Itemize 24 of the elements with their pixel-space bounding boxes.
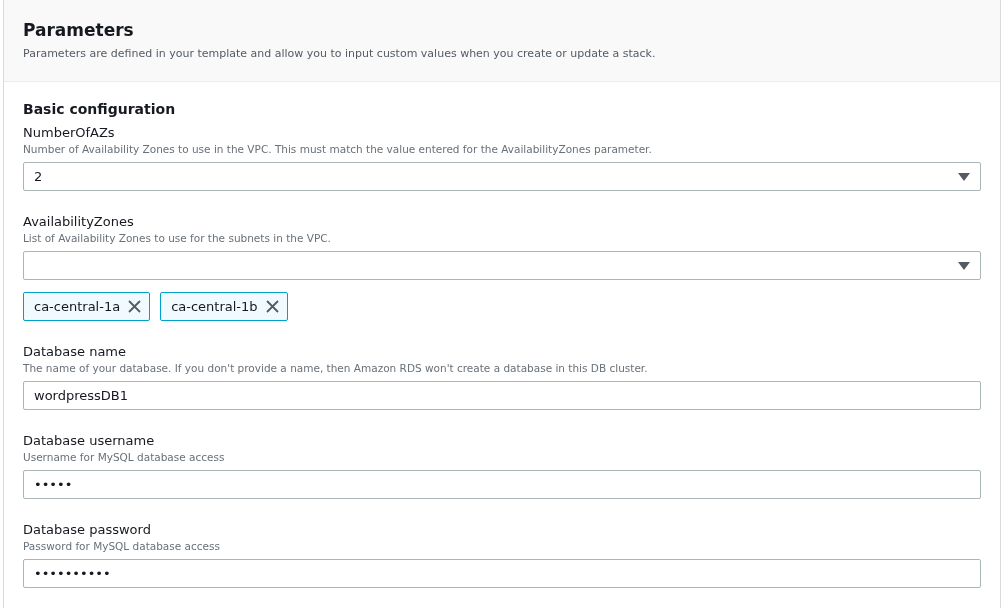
token-tag: ca-central-1a bbox=[23, 292, 151, 321]
field-label: Database username bbox=[23, 432, 156, 450]
field-label: Database password bbox=[23, 521, 152, 539]
caret-icon bbox=[958, 261, 970, 270]
field-label: AvailabilityZones bbox=[23, 213, 135, 231]
field-description: Password for MySQL database access bbox=[23, 539, 221, 554]
close-icon[interactable] bbox=[265, 300, 279, 313]
field-description: List of Availability Zones to use for the subnets in the VPC. bbox=[23, 231, 332, 246]
field-description: Number of Availability Zones to use in the VPC. This must match the value entered for the AvailabilityZones parameter. bbox=[23, 142, 653, 157]
caret-icon bbox=[958, 172, 970, 181]
input-field[interactable]: wordpressDB1 bbox=[23, 381, 981, 410]
input-field[interactable]: ••••• bbox=[23, 470, 981, 499]
close-icon[interactable] bbox=[128, 300, 142, 313]
field-description: Username for MySQL database access bbox=[23, 450, 226, 465]
select-field[interactable]: 2 bbox=[23, 162, 981, 191]
panel-title: Parameters bbox=[23, 19, 135, 42]
field-label: NumberOfAZs bbox=[23, 124, 116, 142]
select-field[interactable] bbox=[23, 251, 981, 280]
section-title: Basic configuration bbox=[23, 100, 177, 118]
field-label: Database name bbox=[23, 343, 128, 361]
token-tag: ca-central-1b bbox=[160, 292, 288, 321]
input-field[interactable]: •••••••••• bbox=[23, 559, 981, 588]
field-description: The name of your database. If you don't provide a name, then Amazon RDS won't create a database in this DB cluster. bbox=[23, 361, 649, 376]
panel-description: Parameters are defined in your template and allow you to input custom values when you create or update a stack. bbox=[23, 46, 657, 62]
